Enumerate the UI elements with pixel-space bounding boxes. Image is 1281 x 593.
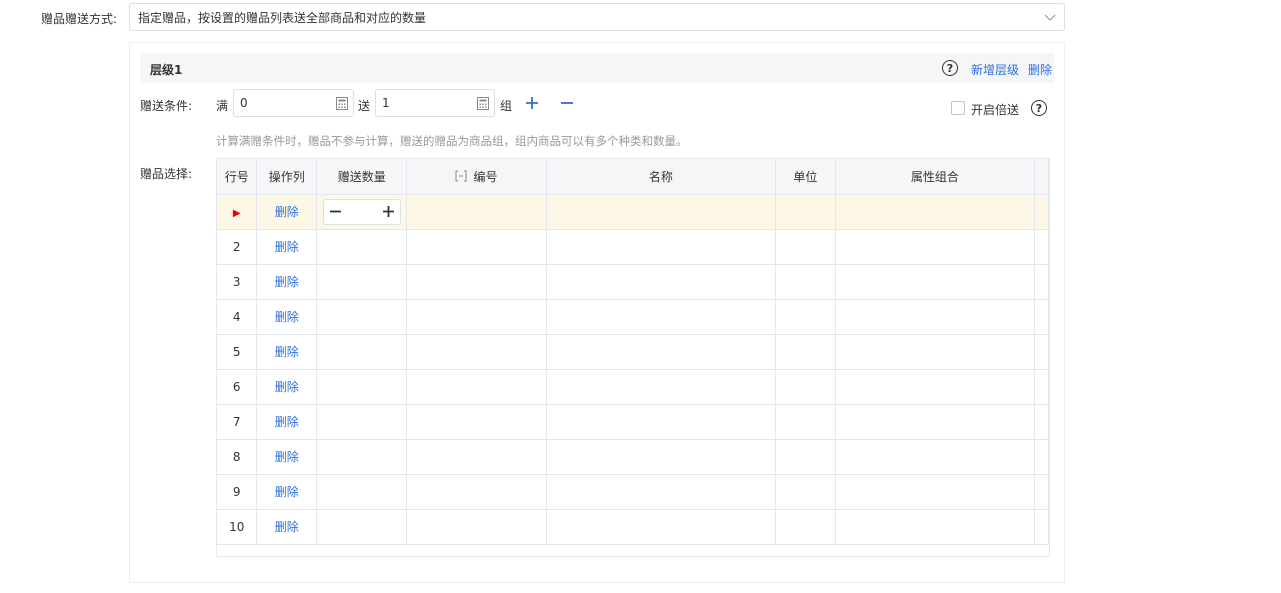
table-row[interactable]: ▶ 删除 — [217, 194, 1049, 230]
double-give-checkbox[interactable] — [951, 101, 965, 115]
delete-level-link[interactable]: 删除 — [1028, 61, 1052, 78]
current-row-pointer-icon: ▶ — [232, 207, 241, 219]
cell-unit[interactable] — [775, 194, 836, 230]
row-number: 4 — [217, 299, 258, 335]
add-condition-icon[interactable] — [525, 96, 539, 110]
table-row[interactable]: 5 删除 — [217, 334, 1049, 370]
calculator-icon[interactable] — [336, 97, 348, 110]
col-action: 操作列 — [256, 159, 318, 195]
delete-row-link[interactable]: 删除 — [275, 310, 299, 324]
col-attributes: 属性组合 — [835, 159, 1036, 195]
col-row-no: 行号 — [217, 159, 258, 195]
delete-row-link[interactable]: 删除 — [275, 240, 299, 254]
table-row[interactable]: 6 删除 — [217, 369, 1049, 405]
row-number: 9 — [217, 474, 258, 510]
table-row[interactable]: 8 删除 — [217, 439, 1049, 475]
col-code-label: 编号 — [473, 169, 498, 184]
level-panel: 层级1 ? 新增层级 删除 赠送条件: 满 0 送 1 组 开启倍送 ? 计算满… — [129, 42, 1065, 583]
col-unit: 单位 — [775, 159, 836, 195]
gift-mode-value: 指定赠品，按设置的赠品列表送全部商品和对应的数量 — [138, 10, 427, 25]
delete-row-link[interactable]: 删除 — [275, 345, 299, 359]
col-name: 名称 — [546, 159, 776, 195]
col-quantity: 赠送数量 — [316, 159, 408, 195]
give-prefix: 送 — [358, 99, 371, 113]
give-amount-value: 1 — [382, 96, 390, 110]
row-number: 2 — [217, 229, 258, 265]
col-code[interactable]: 编号 — [406, 159, 547, 195]
row-number: 8 — [217, 439, 258, 475]
table-row[interactable]: 10 删除 — [217, 509, 1049, 545]
delete-row-link[interactable]: 删除 — [275, 205, 299, 219]
table-header: 行号 操作列 赠送数量 编号 名称 单位 属性组合 — [217, 159, 1049, 195]
select-list-icon[interactable] — [455, 170, 467, 182]
add-level-link[interactable]: 新增层级 — [971, 61, 1019, 78]
cell-name[interactable] — [546, 194, 776, 230]
condition-hint: 计算满赠条件时，赠品不参与计算，赠送的赠品为商品组，组内商品可以有多个种类和数量… — [216, 134, 688, 148]
gift-select-label: 赠品选择: — [140, 167, 193, 181]
gift-mode-select[interactable]: 指定赠品，按设置的赠品列表送全部商品和对应的数量 — [129, 3, 1065, 31]
level-title: 层级1 — [150, 63, 183, 77]
group-suffix: 组 — [500, 99, 513, 113]
table-row[interactable]: 9 删除 — [217, 474, 1049, 510]
delete-row-link[interactable]: 删除 — [275, 275, 299, 289]
delete-row-link[interactable]: 删除 — [275, 485, 299, 499]
col-scroll-spacer — [1034, 159, 1049, 195]
full-amount-input[interactable]: 0 — [233, 89, 354, 117]
double-give-label: 开启倍送 — [971, 103, 1020, 117]
gift-table: 行号 操作列 赠送数量 编号 名称 单位 属性组合 ▶ 删除 2 删除 3 删除… — [216, 158, 1050, 557]
row-number: 10 — [217, 509, 258, 545]
cell-attributes[interactable] — [835, 194, 1036, 230]
delete-row-link[interactable]: 删除 — [275, 415, 299, 429]
table-row[interactable]: 4 删除 — [217, 299, 1049, 335]
remove-condition-icon[interactable] — [560, 96, 574, 110]
help-icon[interactable]: ? — [942, 60, 958, 76]
help-icon[interactable]: ? — [1031, 100, 1047, 116]
row-number: 7 — [217, 404, 258, 440]
table-row[interactable]: 3 删除 — [217, 264, 1049, 300]
table-row[interactable]: 7 删除 — [217, 404, 1049, 440]
table-row[interactable]: 2 删除 — [217, 229, 1049, 265]
give-amount-input[interactable]: 1 — [375, 89, 495, 117]
condition-label: 赠送条件: — [140, 99, 193, 113]
row-number: 5 — [217, 334, 258, 370]
row-number: 6 — [217, 369, 258, 405]
quantity-stepper[interactable] — [322, 198, 401, 225]
minus-icon[interactable] — [329, 205, 342, 218]
delete-row-link[interactable]: 删除 — [275, 380, 299, 394]
plus-icon[interactable] — [382, 205, 395, 218]
full-amount-value: 0 — [240, 96, 248, 110]
delete-row-link[interactable]: 删除 — [275, 520, 299, 534]
level-header: 层级1 ? 新增层级 删除 — [140, 53, 1054, 83]
row-number: 3 — [217, 264, 258, 300]
gift-mode-label: 赠品赠送方式: — [41, 12, 118, 26]
delete-row-link[interactable]: 删除 — [275, 450, 299, 464]
calculator-icon[interactable] — [477, 97, 489, 110]
cell-code[interactable] — [406, 194, 547, 230]
full-prefix: 满 — [216, 99, 229, 113]
chevron-down-icon — [1044, 14, 1056, 21]
